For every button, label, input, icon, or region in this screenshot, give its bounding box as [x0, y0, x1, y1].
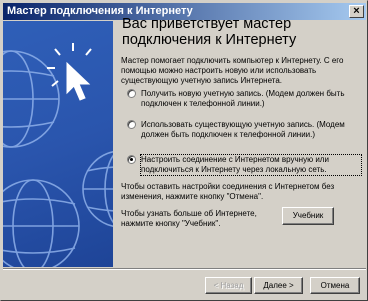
wizard-side-graphic: [3, 21, 113, 267]
cursor-arrow-icon: [47, 43, 92, 101]
cancel-button[interactable]: Отмена: [310, 277, 360, 294]
wizard-window: Мастер подключения к Интернету × Вас при…: [0, 0, 368, 301]
footer-divider: [3, 268, 366, 270]
radio-manual-setup[interactable]: [127, 155, 136, 164]
wizard-content: Вас приветствует мастер подключения к Ин…: [113, 16, 366, 267]
back-button[interactable]: < Назад: [205, 277, 252, 294]
wizard-heading: Вас приветствует мастер подключения к Ин…: [122, 16, 297, 48]
next-button[interactable]: Далее >: [254, 277, 303, 294]
radio-new-account[interactable]: [127, 89, 136, 98]
intro-text: Мастер помогает подключить компьютер к И…: [121, 56, 344, 85]
option-new-account-label: Получить новую учетную запись. (Модем до…: [141, 89, 345, 108]
tutorial-button[interactable]: Учебник: [282, 207, 334, 225]
option-manual-setup-label: Настроить соединение с Интернетом вручну…: [140, 154, 362, 176]
tutorial-note: Чтобы узнать больше об Интернете, нажмит…: [121, 209, 257, 228]
radio-existing-account[interactable]: [127, 120, 136, 129]
option-existing-account-label: Использовать существующую учетную запись…: [141, 120, 345, 139]
cancel-note: Чтобы оставить настройки соединения с Ин…: [121, 182, 335, 201]
